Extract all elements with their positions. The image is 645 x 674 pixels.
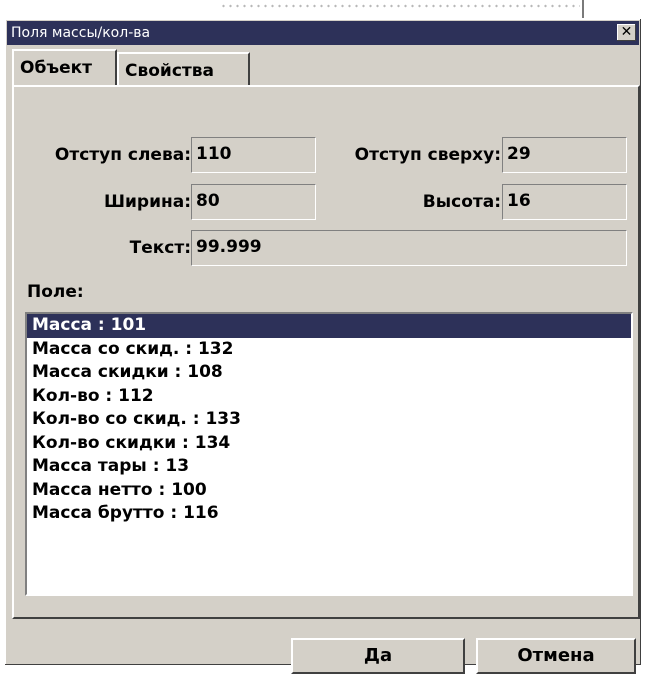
list-item[interactable]: Кол-во : 112 <box>27 385 631 409</box>
list-item[interactable]: Масса скидки : 108 <box>27 361 631 385</box>
close-icon: ✕ <box>620 24 633 40</box>
height-label: Высота: <box>422 192 501 212</box>
top-offset-input[interactable]: 29 <box>502 137 627 173</box>
tab-properties-label: Свойства <box>125 61 214 81</box>
list-item[interactable]: Масса брутто : 116 <box>27 502 631 526</box>
width-input[interactable]: 80 <box>191 184 316 220</box>
title-bar[interactable]: Поля массы/кол-ва ✕ <box>7 21 639 45</box>
width-label: Ширина: <box>103 192 191 212</box>
left-offset-label: Отступ слева: <box>54 145 191 165</box>
list-item[interactable]: Масса : 101 <box>27 314 631 338</box>
ok-button[interactable]: Да <box>291 638 465 674</box>
list-item[interactable]: Масса со скид. : 132 <box>27 338 631 362</box>
dialog-window: Поля массы/кол-ва ✕ Объект Свойства Отст… <box>5 19 641 674</box>
left-offset-input[interactable]: 110 <box>191 137 316 173</box>
height-input[interactable]: 16 <box>502 184 627 220</box>
text-input[interactable]: 99.999 <box>191 230 627 266</box>
background-dotted-line <box>220 2 580 10</box>
list-item[interactable]: Кол-во скидки : 134 <box>27 432 631 456</box>
field-listbox[interactable]: Масса : 101 Масса со скид. : 132 Масса с… <box>25 312 633 596</box>
tab-properties[interactable]: Свойства <box>117 52 250 86</box>
field-list-label: Поле: <box>27 282 84 302</box>
close-button[interactable]: ✕ <box>617 24 636 41</box>
window-title: Поля массы/кол-ва <box>11 25 151 41</box>
cancel-button[interactable]: Отмена <box>476 638 636 674</box>
list-item[interactable]: Масса тары : 13 <box>27 455 631 479</box>
top-offset-label: Отступ сверху: <box>354 145 501 165</box>
list-item[interactable]: Масса нетто : 100 <box>27 479 631 503</box>
tab-object[interactable]: Объект <box>12 49 117 85</box>
background-divider <box>582 0 584 18</box>
text-label: Текст: <box>129 238 191 258</box>
tab-object-label: Объект <box>20 58 93 78</box>
list-item[interactable]: Кол-во со скид. : 133 <box>27 408 631 432</box>
